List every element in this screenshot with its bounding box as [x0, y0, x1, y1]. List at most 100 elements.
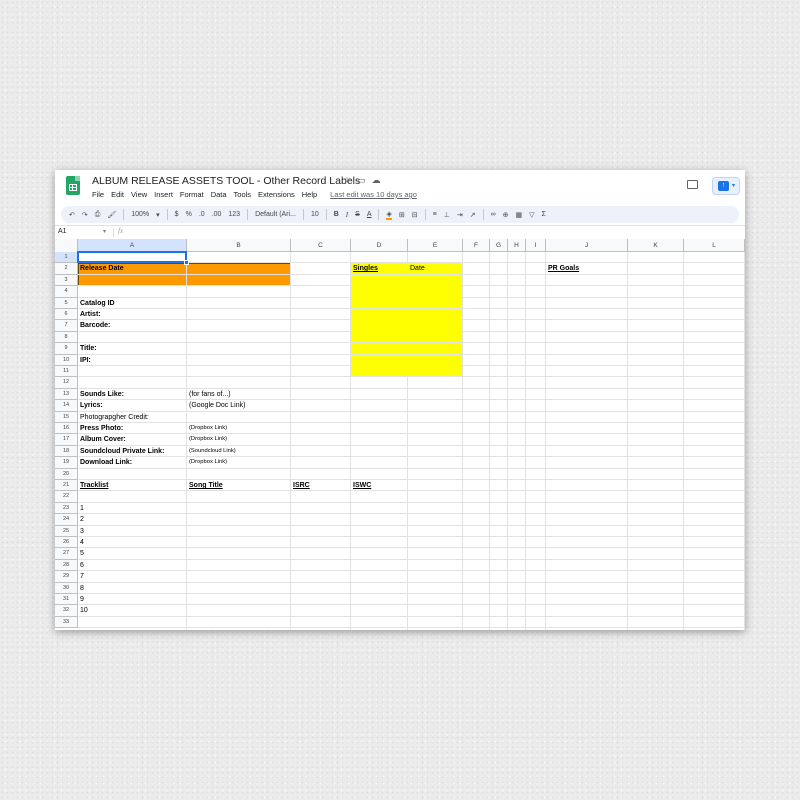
insert-comment-icon[interactable]: ⊕ [503, 211, 509, 219]
cell-lyrics[interactable]: Lyrics: [80, 400, 103, 411]
filter-icon[interactable]: ▽ [529, 211, 534, 219]
track-number[interactable]: 10 [80, 605, 88, 616]
track-number[interactable]: 6 [80, 560, 84, 571]
cell-tracklist[interactable]: Tracklist [80, 480, 108, 491]
row-header-23[interactable]: 23 [55, 502, 78, 515]
star-icon[interactable]: ☆ [343, 175, 351, 186]
fill-color-icon[interactable]: ◈ [386, 210, 392, 220]
comment-history-icon[interactable] [687, 180, 698, 189]
percent-button[interactable]: % [186, 211, 192, 218]
cell-sounds-like[interactable]: Sounds Like: [80, 389, 124, 400]
cell-for-fans-of[interactable]: (for fans of...) [189, 389, 231, 400]
horizontal-align-icon[interactable]: ≡ [433, 211, 437, 218]
menu-format[interactable]: Format [180, 190, 204, 199]
italic-button[interactable]: I [346, 211, 348, 219]
row-header-5[interactable]: 5 [55, 297, 78, 309]
move-folder-icon[interactable]: ▭ [357, 175, 366, 186]
insert-link-icon[interactable]: ∞ [491, 211, 496, 218]
cell-release-date[interactable]: Release Date [80, 263, 124, 274]
print-icon[interactable]: ⎙ [95, 211, 101, 219]
row-header-31[interactable]: 31 [55, 594, 78, 606]
row-header-13[interactable]: 13 [55, 388, 78, 401]
cell-ipi[interactable]: IPI: [80, 355, 91, 366]
row-header-27[interactable]: 27 [55, 548, 78, 560]
document-title[interactable]: ALBUM RELEASE ASSETS TOOL - Other Record… [92, 175, 360, 187]
row-header-24[interactable]: 24 [55, 514, 78, 526]
row-header-16[interactable]: 16 [55, 423, 78, 435]
cell-title[interactable]: Title: [80, 343, 97, 354]
menu-insert[interactable]: Insert [154, 190, 173, 199]
text-wrap-icon[interactable]: ⇥ [457, 211, 463, 219]
cell-isrc[interactable]: ISRC [293, 480, 310, 491]
paint-format-icon[interactable]: 🖌︎ [107, 211, 116, 219]
column-header-i[interactable]: I [526, 239, 546, 252]
row-header-20[interactable]: 20 [55, 468, 78, 480]
row-header-28[interactable]: 28 [55, 559, 78, 572]
vertical-align-icon[interactable]: ⊥ [444, 211, 450, 219]
row-header-7[interactable]: 7 [55, 320, 78, 332]
cell-soundcloud-link[interactable]: (Soundcloud Link) [189, 446, 236, 457]
menu-extensions[interactable]: Extensions [258, 190, 295, 199]
text-rotation-icon[interactable]: ↗ [470, 211, 476, 219]
row-header-29[interactable]: 29 [55, 571, 78, 583]
name-box[interactable]: A1 [58, 228, 67, 235]
row-header-25[interactable]: 25 [55, 525, 78, 537]
strikethrough-button[interactable]: S [355, 211, 360, 218]
column-header-h[interactable]: H [508, 239, 526, 252]
font-select[interactable]: Default (Ari... [255, 211, 296, 218]
redo-icon[interactable]: ↷ [82, 211, 88, 219]
selected-cell[interactable] [77, 251, 187, 264]
row-header-3[interactable]: 3 [55, 274, 78, 287]
track-number[interactable]: 7 [80, 571, 84, 582]
row-header-14[interactable]: 14 [55, 400, 78, 412]
menu-edit[interactable]: Edit [111, 190, 124, 199]
sheets-logo-icon[interactable] [66, 176, 80, 195]
cell-album-cover-link[interactable]: (Dropbox Link) [189, 434, 227, 445]
track-number[interactable]: 4 [80, 537, 84, 548]
track-number[interactable]: 3 [80, 526, 84, 537]
cell-date[interactable]: Date [410, 263, 425, 274]
row-header-17[interactable]: 17 [55, 434, 78, 446]
cell-soundcloud[interactable]: Soundcloud Private Link: [80, 446, 164, 457]
increase-decimal-button[interactable]: .00 [212, 211, 222, 218]
column-header-e[interactable]: E [408, 239, 463, 252]
cell-pr-goals[interactable]: PR Goals [548, 263, 579, 274]
column-header-b[interactable]: B [187, 239, 291, 252]
cell-iswc[interactable]: ISWC [353, 480, 371, 491]
zoom-select[interactable]: 100% [131, 211, 149, 218]
merge-cells-icon[interactable]: ⊟ [412, 211, 418, 219]
menu-view[interactable]: View [131, 190, 147, 199]
track-number[interactable]: 9 [80, 594, 84, 605]
cell-barcode[interactable]: Barcode: [80, 320, 110, 331]
font-size-select[interactable]: 10 [311, 211, 319, 218]
row-header-8[interactable]: 8 [55, 331, 78, 344]
cloud-status-icon[interactable]: ☁ [372, 175, 381, 186]
column-header-l[interactable]: L [684, 239, 745, 252]
sheet-grid[interactable]: ABCDEFGHIJKL 1 2 3 4 5 6 7 8 9 10 11 12 13 14 15 16 17 18… [55, 239, 745, 630]
column-header-k[interactable]: K [628, 239, 684, 252]
cell-catalog-id[interactable]: Catalog ID [80, 298, 115, 309]
borders-icon[interactable]: ⊞ [399, 211, 405, 219]
currency-button[interactable]: $ [175, 211, 179, 218]
column-header-f[interactable]: F [463, 239, 490, 252]
row-header-2[interactable]: 2 [55, 263, 78, 275]
fill-handle[interactable] [184, 260, 189, 266]
track-number[interactable]: 1 [80, 503, 84, 514]
cells-area[interactable]: Release Date Singles Date PR Goals Catal… [77, 251, 745, 630]
cell-singles[interactable]: Singles [353, 263, 378, 274]
undo-icon[interactable]: ↶ [69, 211, 75, 219]
cell-song-title[interactable]: Song Title [189, 480, 223, 491]
row-header-19[interactable]: 19 [55, 457, 78, 469]
column-header-j[interactable]: J [546, 239, 628, 252]
cell-press-photo-link[interactable]: (Dropbox Link) [189, 423, 227, 434]
row-header-26[interactable]: 26 [55, 537, 78, 549]
cell-album-cover[interactable]: Album Cover: [80, 434, 126, 445]
cell-photographer-credit[interactable]: Photograpgher Credit: [80, 412, 149, 423]
column-header-g[interactable]: G [490, 239, 508, 252]
row-header-12[interactable]: 12 [55, 377, 78, 389]
row-header-33[interactable]: 33 [55, 616, 78, 629]
row-header-15[interactable]: 15 [55, 411, 78, 423]
more-formats-button[interactable]: 123 [228, 211, 240, 218]
menu-help[interactable]: Help [302, 190, 317, 199]
row-header-18[interactable]: 18 [55, 445, 78, 458]
